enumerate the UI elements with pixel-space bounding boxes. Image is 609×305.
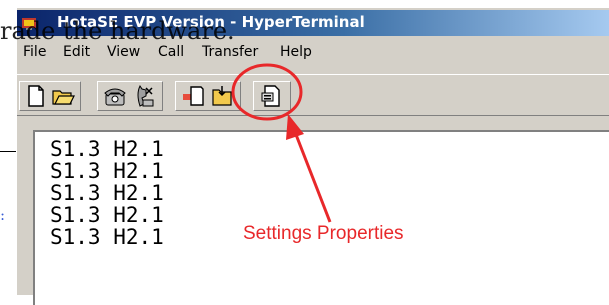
annotation-label: Settings Properties <box>243 223 404 244</box>
menu-edit[interactable]: Edit <box>63 44 90 60</box>
send-icon[interactable] <box>181 84 205 108</box>
new-connection-icon[interactable] <box>24 84 48 108</box>
background-overlapping-text: rade the hardware. <box>0 17 235 45</box>
terminal-line: S1.3 H2.1 <box>50 159 164 183</box>
menu-transfer[interactable]: Transfer <box>202 44 258 60</box>
background-rule <box>0 151 16 152</box>
toolbar-group-call <box>97 81 163 111</box>
menu-view[interactable]: View <box>107 44 140 60</box>
menu-help[interactable]: Help <box>280 44 312 60</box>
menu-file[interactable]: File <box>23 44 46 60</box>
connect-icon[interactable] <box>103 84 127 108</box>
hyperterminal-window: HotaSE EVP Version - HyperTerminal File … <box>16 8 609 305</box>
menu-call[interactable]: Call <box>158 44 184 60</box>
terminal-line: S1.3 H2.1 <box>50 203 164 227</box>
terminal-line: S1.3 H2.1 <box>50 137 164 161</box>
open-icon[interactable] <box>51 84 75 108</box>
terminal-line: S1.3 H2.1 <box>50 181 164 205</box>
disconnect-icon[interactable] <box>132 84 156 108</box>
menu-bar: File Edit View Call Transfer Help <box>17 44 609 64</box>
terminal-output[interactable]: S1.3 H2.1 S1.3 H2.1 S1.3 H2.1 S1.3 H2.1 … <box>33 130 609 305</box>
toolbar-group-file <box>19 81 81 111</box>
terminal-line: S1.3 H2.1 <box>50 225 164 249</box>
background-colon: : <box>0 206 6 224</box>
toolbar <box>17 74 609 116</box>
annotation-highlight-circle <box>231 63 303 121</box>
